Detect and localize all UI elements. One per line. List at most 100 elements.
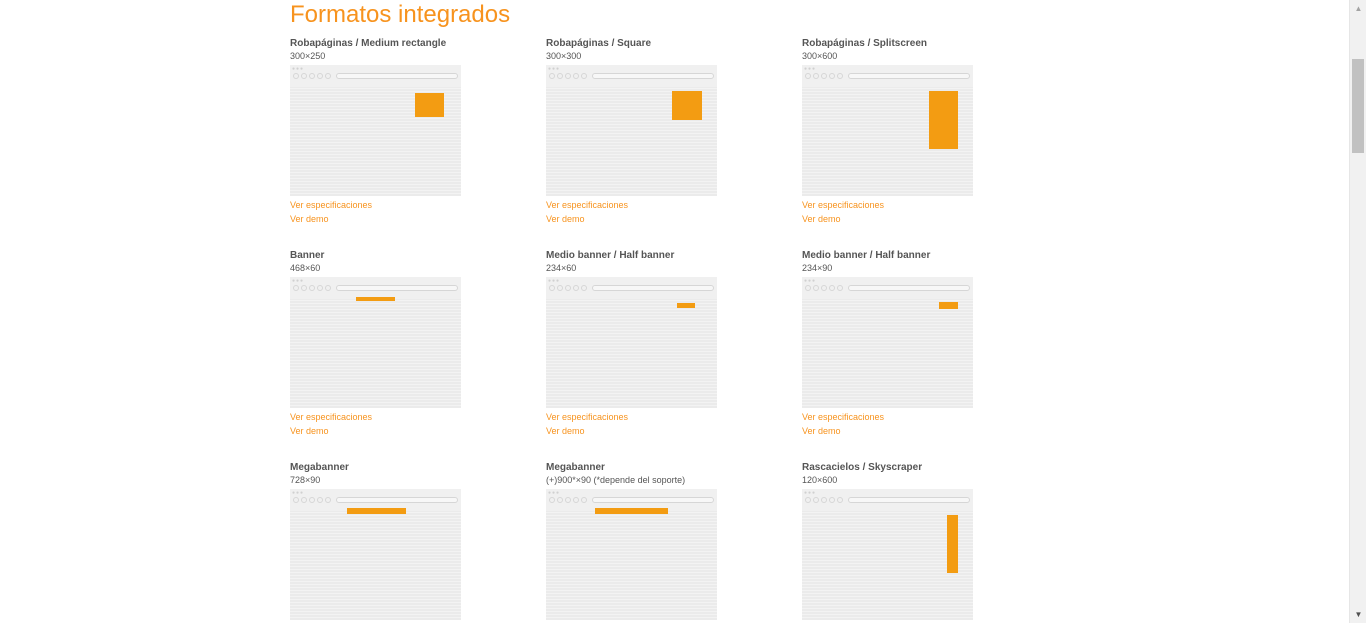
view-specs-link[interactable]: Ver especificaciones bbox=[290, 198, 530, 212]
back-icon bbox=[549, 285, 555, 291]
ad-placement bbox=[356, 297, 395, 301]
format-card: Medio banner / Half banner 234×90 ●●● Ver e… bbox=[802, 249, 1042, 438]
window-dots-icon: ●●● bbox=[292, 278, 305, 284]
format-title: Medio banner / Half banner bbox=[546, 250, 675, 261]
format-size: 728×90 bbox=[290, 475, 321, 485]
forward-icon bbox=[301, 73, 307, 79]
address-bar bbox=[592, 497, 714, 503]
address-bar bbox=[336, 497, 458, 503]
view-specs-link[interactable]: Ver especificaciones bbox=[290, 410, 530, 424]
home-icon bbox=[317, 73, 323, 79]
format-card: Megabanner 728×90 ●●● bbox=[290, 461, 530, 620]
window-dots-icon: ●●● bbox=[804, 278, 817, 284]
format-card: Megabanner (+)900*×90 (*depende del sopor… bbox=[546, 461, 786, 620]
ad-placement bbox=[947, 515, 958, 573]
ad-placement bbox=[929, 91, 958, 149]
format-title: Megabanner bbox=[290, 462, 349, 473]
home-icon bbox=[317, 497, 323, 503]
format-size: (+)900*×90 (*depende del soporte) bbox=[546, 475, 686, 485]
format-preview-image: ●●● bbox=[546, 489, 717, 620]
format-size: 234×60 bbox=[546, 263, 577, 273]
ad-placement bbox=[939, 302, 958, 309]
view-specs-link[interactable]: Ver especificaciones bbox=[546, 410, 786, 424]
vertical-scrollbar[interactable]: ▲ ▼ bbox=[1349, 0, 1366, 623]
format-preview-image: ●●● bbox=[546, 277, 717, 408]
scroll-up-arrow-icon[interactable]: ▲ bbox=[1350, 0, 1366, 17]
format-size: 300×300 bbox=[546, 51, 582, 61]
format-preview-image: ●●● bbox=[802, 65, 973, 196]
back-icon bbox=[805, 285, 811, 291]
format-size: 300×250 bbox=[290, 51, 326, 61]
address-bar bbox=[848, 73, 970, 79]
view-demo-link[interactable]: Ver demo bbox=[802, 212, 1042, 226]
stop-icon bbox=[581, 73, 587, 79]
view-demo-link[interactable]: Ver demo bbox=[290, 424, 530, 438]
reload-icon bbox=[565, 497, 571, 503]
stop-icon bbox=[325, 73, 331, 79]
format-card: Robapáginas / Splitscreen 300×600 ●●● Ver e… bbox=[802, 37, 1042, 226]
home-icon bbox=[829, 497, 835, 503]
format-size: 300×600 bbox=[802, 51, 838, 61]
reload-icon bbox=[821, 73, 827, 79]
forward-icon bbox=[813, 497, 819, 503]
view-specs-link[interactable]: Ver especificaciones bbox=[546, 198, 786, 212]
address-bar bbox=[848, 285, 970, 291]
window-dots-icon: ●●● bbox=[292, 490, 305, 496]
stop-icon bbox=[837, 73, 843, 79]
format-size: 468×60 bbox=[290, 263, 321, 273]
address-bar bbox=[592, 285, 714, 291]
view-demo-link[interactable]: Ver demo bbox=[290, 212, 530, 226]
format-card: Rascacielos / Skyscraper 120×600 ●●● bbox=[802, 461, 1042, 620]
ad-placement bbox=[595, 508, 668, 514]
back-icon bbox=[293, 497, 299, 503]
address-bar bbox=[592, 73, 714, 79]
stop-icon bbox=[581, 497, 587, 503]
reload-icon bbox=[565, 73, 571, 79]
back-icon bbox=[549, 497, 555, 503]
scroll-down-arrow-icon[interactable]: ▼ bbox=[1350, 606, 1366, 623]
back-icon bbox=[293, 73, 299, 79]
view-specs-link[interactable]: Ver especificaciones bbox=[802, 198, 1042, 212]
home-icon bbox=[829, 285, 835, 291]
view-demo-link[interactable]: Ver demo bbox=[546, 212, 786, 226]
reload-icon bbox=[565, 285, 571, 291]
home-icon bbox=[317, 285, 323, 291]
stop-icon bbox=[581, 285, 587, 291]
forward-icon bbox=[557, 73, 563, 79]
forward-icon bbox=[301, 285, 307, 291]
home-icon bbox=[573, 285, 579, 291]
view-demo-link[interactable]: Ver demo bbox=[802, 424, 1042, 438]
view-specs-link[interactable]: Ver especificaciones bbox=[802, 410, 1042, 424]
format-title: Banner bbox=[290, 250, 325, 261]
home-icon bbox=[573, 497, 579, 503]
view-demo-link[interactable]: Ver demo bbox=[546, 424, 786, 438]
reload-icon bbox=[309, 497, 315, 503]
format-title: Robapáginas / Splitscreen bbox=[802, 38, 928, 49]
format-title: Medio banner / Half banner bbox=[802, 250, 931, 261]
format-card: Robapáginas / Medium rectangle 300×250 ●●●… bbox=[290, 37, 530, 226]
window-dots-icon: ●●● bbox=[548, 490, 561, 496]
scrollbar-thumb[interactable] bbox=[1352, 59, 1364, 153]
reload-icon bbox=[309, 285, 315, 291]
format-title: Megabanner bbox=[546, 462, 605, 473]
address-bar bbox=[336, 73, 458, 79]
window-dots-icon: ●●● bbox=[292, 66, 305, 72]
forward-icon bbox=[813, 73, 819, 79]
format-preview-image: ●●● bbox=[290, 489, 461, 620]
window-dots-icon: ●●● bbox=[804, 66, 817, 72]
format-preview-image: ●●● bbox=[290, 65, 461, 196]
format-size: 120×600 bbox=[802, 475, 838, 485]
window-dots-icon: ●●● bbox=[804, 490, 817, 496]
format-title: Robapáginas / Medium rectangle bbox=[290, 38, 447, 49]
format-card: Banner 468×60 ●●● Ver especificaciones Ver d… bbox=[290, 249, 530, 438]
forward-icon bbox=[557, 285, 563, 291]
reload-icon bbox=[309, 73, 315, 79]
format-preview-image: ●●● bbox=[546, 65, 717, 196]
stop-icon bbox=[325, 497, 331, 503]
ad-placement bbox=[677, 303, 695, 308]
forward-icon bbox=[301, 497, 307, 503]
format-preview-image: ●●● bbox=[290, 277, 461, 408]
home-icon bbox=[829, 73, 835, 79]
window-dots-icon: ●●● bbox=[548, 66, 561, 72]
ad-placement bbox=[672, 91, 702, 120]
